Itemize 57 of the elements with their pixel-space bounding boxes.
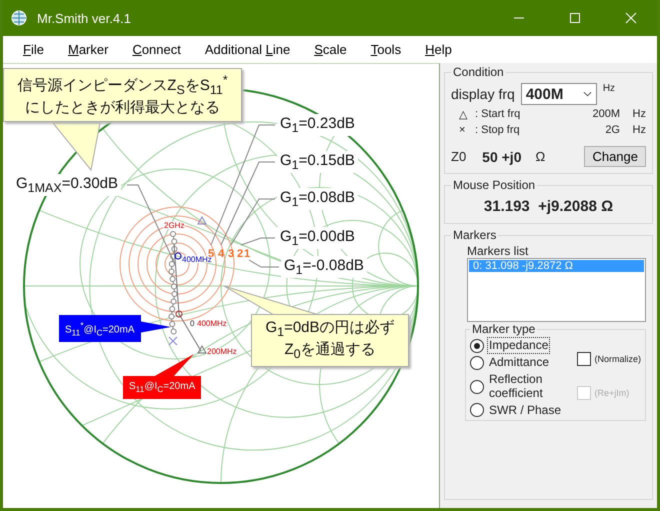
group-title: Condition xyxy=(452,65,505,79)
unit-label: Hz xyxy=(602,83,616,94)
field-label: display frq xyxy=(451,86,515,102)
callout-pointer xyxy=(52,122,101,172)
field-label: : Start frq xyxy=(475,108,522,121)
frequency-label: 2GHz xyxy=(164,221,184,230)
close-icon[interactable] xyxy=(625,12,637,24)
option-label[interactable]: SWR / Phase xyxy=(488,402,562,418)
option-label[interactable]: Impedance xyxy=(488,338,550,354)
gain-label: G$_{1}$=0.15dB xyxy=(277,151,358,173)
frequency-value: 200M xyxy=(591,108,620,121)
field-label: : Stop frq xyxy=(475,124,521,136)
leader-line xyxy=(248,260,280,268)
change-button[interactable]: Change xyxy=(584,146,646,167)
menu-item[interactable]: Scale xyxy=(308,42,357,57)
globe-icon xyxy=(11,10,27,26)
option-label[interactable]: Reflection coefficient xyxy=(488,372,574,401)
checkbox[interactable] xyxy=(577,352,592,366)
radio-button[interactable] xyxy=(470,380,484,394)
frequency-dropdown[interactable]: 400M xyxy=(520,83,597,105)
gain-label: G$_{1}$=-0.08dB xyxy=(281,256,367,278)
frequency-label: 400MHz xyxy=(197,319,227,328)
radio-button[interactable] xyxy=(470,356,484,370)
menu-item[interactable]: Help xyxy=(419,42,462,57)
menu-item[interactable]: Connect xyxy=(126,42,191,57)
tag-pointer xyxy=(153,354,194,377)
group-title: Mouse Position xyxy=(452,178,536,192)
menu-item[interactable]: File xyxy=(17,42,54,57)
frequency-value: 2G xyxy=(604,124,620,136)
list-title: Markers list xyxy=(467,244,530,258)
unit-label: Hz xyxy=(632,124,646,136)
window-title: Mr.Smith ver.4.1 xyxy=(37,10,132,26)
menu-item[interactable]: Marker xyxy=(62,42,118,57)
checkbox-label[interactable]: (Normalize) xyxy=(594,354,641,364)
marker-symbol: × xyxy=(459,124,466,136)
group-title: Marker type xyxy=(471,322,536,336)
impedance-value: 50 +j0 xyxy=(482,148,522,164)
radio-button[interactable] xyxy=(470,403,484,418)
gain-label: G$_{1}$=0.08dB xyxy=(277,188,358,210)
frequency-label: 200MHz xyxy=(207,347,237,356)
marker-symbol: △ xyxy=(459,108,468,121)
unit-label: Ω xyxy=(536,149,546,164)
menu-item[interactable]: Tools xyxy=(364,42,412,57)
trace-tag: S$_{11}$@I$_{C}$=20mA xyxy=(123,376,202,399)
option-label[interactable]: Admittance xyxy=(488,355,550,370)
menu-item[interactable]: Additional Line xyxy=(198,42,300,57)
unit-label: Hz xyxy=(632,108,646,121)
radio-button[interactable] xyxy=(470,338,484,353)
group-title: Markers xyxy=(452,228,498,242)
frequency-label: 0 xyxy=(190,319,194,328)
caret-icon xyxy=(582,91,592,97)
mouse-position-value: 31.193 +j9.2088 Ω xyxy=(482,197,614,217)
circle-number: 2 xyxy=(237,248,244,260)
maximize-icon[interactable] xyxy=(569,12,581,24)
field-label: Z0 xyxy=(451,149,466,164)
circle-number: 4 xyxy=(218,248,224,260)
circle-number: 1 xyxy=(244,248,250,260)
